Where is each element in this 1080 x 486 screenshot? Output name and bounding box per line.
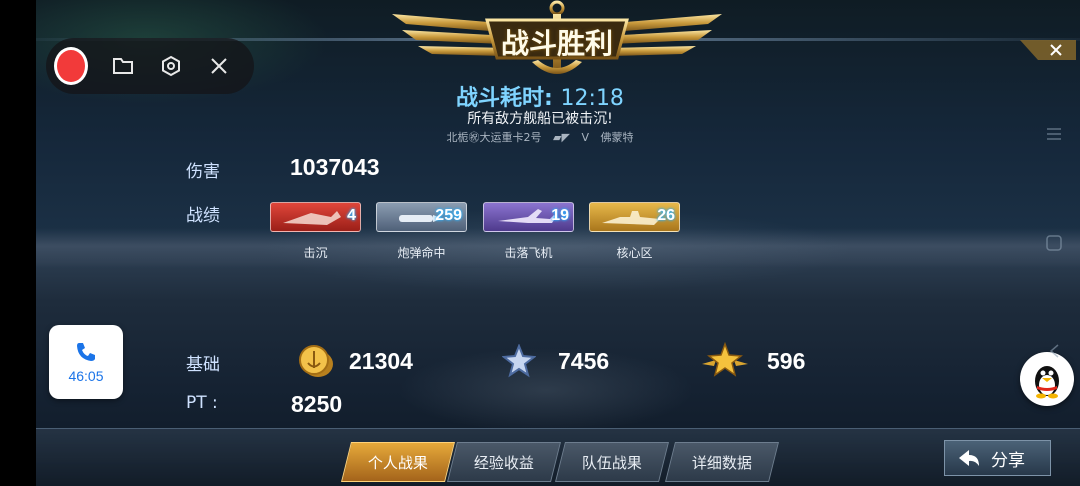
medal-count: 26: [657, 207, 675, 224]
medal-caption: 击沉: [303, 246, 328, 260]
folder-button[interactable]: [110, 51, 136, 81]
qq-floating-button[interactable]: [1020, 352, 1074, 406]
phone-icon: [77, 343, 95, 361]
ship-matchup: 北栀㊗大运重卡2号 ▰◤ V 佛蒙特: [0, 129, 1080, 145]
medal-aircraft[interactable]: 19: [483, 202, 574, 232]
gear-icon: [161, 55, 180, 77]
back-chevron-icon[interactable]: [1048, 344, 1060, 358]
enemy-ship-name: 佛蒙特: [600, 131, 634, 144]
coin-icon: [299, 345, 333, 377]
pt-value: 8250: [291, 391, 343, 417]
vs-label: V: [581, 131, 589, 144]
exp-star-icon: [502, 344, 536, 378]
medal-caption: 炮弹命中: [397, 246, 446, 260]
tab-exp-gain[interactable]: 经验收益: [447, 442, 561, 482]
rank-star-icon: [702, 342, 748, 377]
player-ship-name: 北栀㊗大运重卡2号: [446, 131, 542, 144]
record-label: 战绩: [186, 206, 220, 226]
close-icon: [1020, 40, 1076, 60]
record-button[interactable]: [54, 47, 88, 85]
square-icon[interactable]: [1046, 235, 1062, 251]
qq-penguin-icon: [1035, 366, 1059, 399]
exp-value: 7456: [558, 348, 610, 374]
medal-sink[interactable]: 4: [270, 202, 361, 232]
screen-recorder-toolbar: [46, 38, 254, 94]
medal-count: 4: [347, 207, 356, 224]
share-button[interactable]: 分享: [944, 440, 1051, 476]
call-duration: 46:05: [68, 368, 104, 384]
pt-label: PT :: [186, 393, 218, 413]
tab-team-result[interactable]: 队伍战果: [555, 442, 669, 482]
share-label: 分享: [991, 450, 1025, 471]
medal-count: 259: [435, 207, 462, 224]
tab-label: 详细数据: [691, 453, 752, 472]
medal-caption: 核心区: [616, 246, 653, 260]
tab-label: 队伍战果: [581, 453, 642, 472]
base-label: 基础: [186, 355, 220, 375]
medal-caption: 击落飞机: [504, 246, 553, 260]
damage-label: 伤害: [186, 162, 220, 182]
close-button[interactable]: [1020, 40, 1076, 60]
arrow-icon: ▰◤: [553, 131, 570, 144]
victory-banner: 战斗胜利: [392, 0, 722, 84]
tab-detail-data[interactable]: 详细数据: [665, 442, 779, 482]
folder-icon: [112, 58, 133, 74]
close-icon: [211, 58, 227, 74]
menu-icon[interactable]: [1046, 126, 1062, 142]
recorder-close-button[interactable]: [206, 51, 232, 81]
battle-result-text: 所有敌方舰船已被击沉!: [467, 111, 613, 127]
share-arrow-icon: [959, 450, 979, 466]
call-floating-widget[interactable]: 46:05: [49, 325, 123, 399]
coins-value: 21304: [349, 348, 413, 374]
medal-shell-hits[interactable]: 259: [376, 202, 467, 232]
settings-button[interactable]: [158, 51, 184, 81]
tab-label: 个人战果: [367, 453, 428, 472]
tab-label: 经验收益: [473, 453, 534, 472]
rank-points-value: 596: [767, 348, 806, 374]
medal-count: 19: [551, 207, 569, 224]
tab-personal-result[interactable]: 个人战果: [341, 442, 455, 482]
damage-value: 1037043: [290, 154, 380, 180]
medal-citadel[interactable]: 26: [589, 202, 680, 232]
victory-title: 战斗胜利: [500, 27, 613, 60]
